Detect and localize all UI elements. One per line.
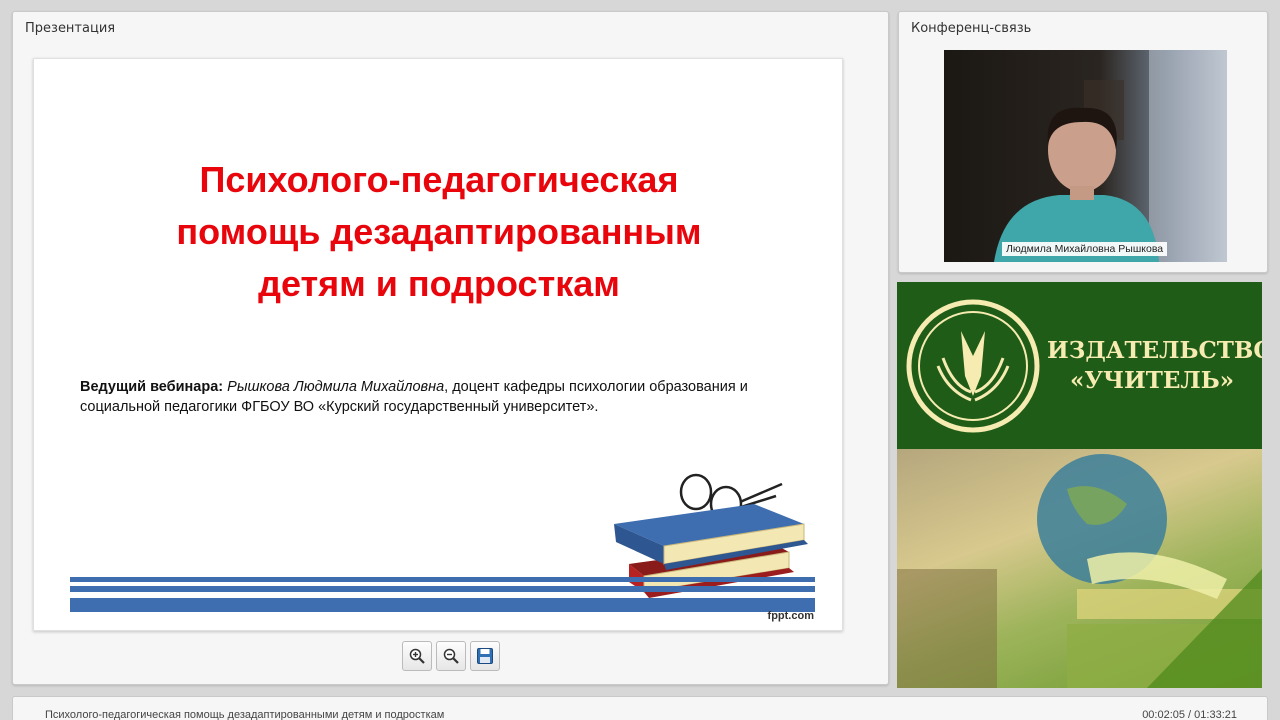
conference-panel-title: Конференц-связь xyxy=(911,21,1032,36)
zoom-out-button[interactable] xyxy=(436,641,466,671)
publisher-banner: ИЗДАТЕЛЬСТВО «УЧИТЕЛЬ» xyxy=(897,282,1262,688)
publisher-name-line: «УЧИТЕЛЬ» xyxy=(1069,367,1235,394)
banner-books-image xyxy=(897,449,1262,688)
host-label: Ведущий вебинара: xyxy=(80,379,224,395)
banner-header: ИЗДАТЕЛЬСТВО «УЧИТЕЛЬ» xyxy=(897,282,1262,449)
slide-title-line: помощь дезадаптированным xyxy=(176,211,702,252)
host-name: Рышкова Людмила Михайловна xyxy=(227,379,445,395)
slide-controls xyxy=(402,641,500,671)
slide-title: Психолого-педагогическая помощь дезадапт… xyxy=(34,154,842,310)
publisher-name-line: ИЗДАТЕЛЬСТВО xyxy=(1047,337,1262,364)
save-button[interactable] xyxy=(470,641,500,671)
slide-stripe xyxy=(70,598,815,612)
globe-and-books-illustration xyxy=(897,454,1262,688)
publisher-name: ИЗДАТЕЛЬСТВО «УЧИТЕЛЬ» xyxy=(1047,336,1262,396)
conference-panel: Конференц-связь Людмила Михайловна Рышко… xyxy=(898,11,1268,273)
slide-title-line: Психолого-педагогическая xyxy=(199,159,679,200)
slide-watermark: fppt.com xyxy=(767,610,814,622)
slide-title-line: детям и подросткам xyxy=(258,263,620,304)
participant-name-label: Людмила Михайловна Рышкова xyxy=(1002,242,1168,256)
player-footer: Психолого-педагогическая помощь дезадапт… xyxy=(12,696,1268,720)
presentation-panel-title: Презентация xyxy=(25,21,116,36)
zoom-in-icon xyxy=(409,648,425,664)
save-icon xyxy=(477,648,493,664)
presentation-panel: Презентация Психолого-педагогическая пом… xyxy=(12,11,889,685)
zoom-in-button[interactable] xyxy=(402,641,432,671)
publisher-logo-icon xyxy=(906,299,1040,433)
participant-video[interactable]: Людмила Михайловна Рышкова xyxy=(944,50,1227,262)
slide: Психолого-педагогическая помощь дезадапт… xyxy=(33,58,843,631)
slide-stripe xyxy=(70,577,815,582)
webinar-title: Психолого-педагогическая помощь дезадапт… xyxy=(45,709,445,720)
slide-host-info: Ведущий вебинара: Рышкова Людмила Михайл… xyxy=(80,377,800,417)
playback-time: 00:02:05 / 01:33:21 xyxy=(1142,709,1237,720)
slide-stripe xyxy=(70,586,815,592)
participant-silhouette xyxy=(994,50,1227,262)
zoom-out-icon xyxy=(443,648,459,664)
